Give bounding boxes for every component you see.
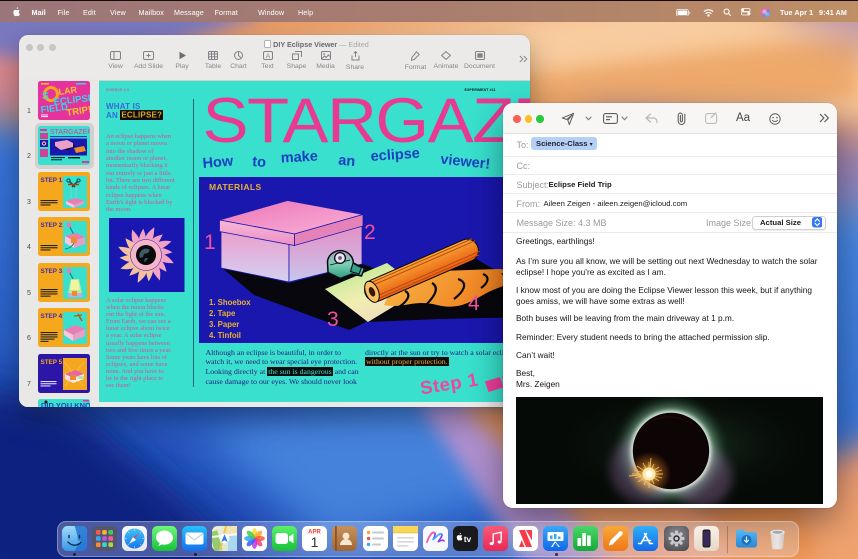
svg-text:DID YOU KNOW: DID YOU KNOW (41, 401, 90, 407)
svg-text:to: to (251, 154, 266, 171)
svg-text:4: 4 (468, 292, 480, 315)
svg-text:3: 3 (327, 308, 339, 331)
svg-text:STEP 1:: STEP 1: (41, 177, 65, 184)
svg-text:4. Tinfoil: 4. Tinfoil (209, 331, 241, 340)
svg-text:STEP 4:: STEP 4: (41, 313, 65, 320)
svg-text:viewer!: viewer! (439, 151, 490, 172)
svg-text:How: How (201, 153, 234, 172)
svg-text:2: 2 (364, 221, 376, 244)
svg-text:MATERIALS: MATERIALS (209, 182, 262, 192)
svg-text:eclipse: eclipse (370, 145, 420, 164)
svg-text:1: 1 (204, 231, 216, 254)
svg-text:STEP 5:: STEP 5: (41, 359, 65, 366)
svg-text:3. Paper: 3. Paper (209, 320, 239, 329)
svg-text:S: S (42, 91, 49, 102)
svg-text:1. Shoebox: 1. Shoebox (209, 298, 251, 307)
svg-text:A: A (265, 53, 270, 60)
svg-text:make: make (280, 148, 318, 166)
svg-text:STEP 3:: STEP 3: (41, 268, 65, 275)
svg-text:STEP 2:: STEP 2: (41, 222, 65, 229)
svg-text:2. Tape: 2. Tape (209, 309, 236, 318)
svg-text:tv: tv (464, 534, 472, 544)
svg-text:an: an (337, 152, 355, 169)
svg-text:STARGAZER: STARGAZER (50, 129, 90, 136)
svg-text:1: 1 (311, 534, 319, 550)
